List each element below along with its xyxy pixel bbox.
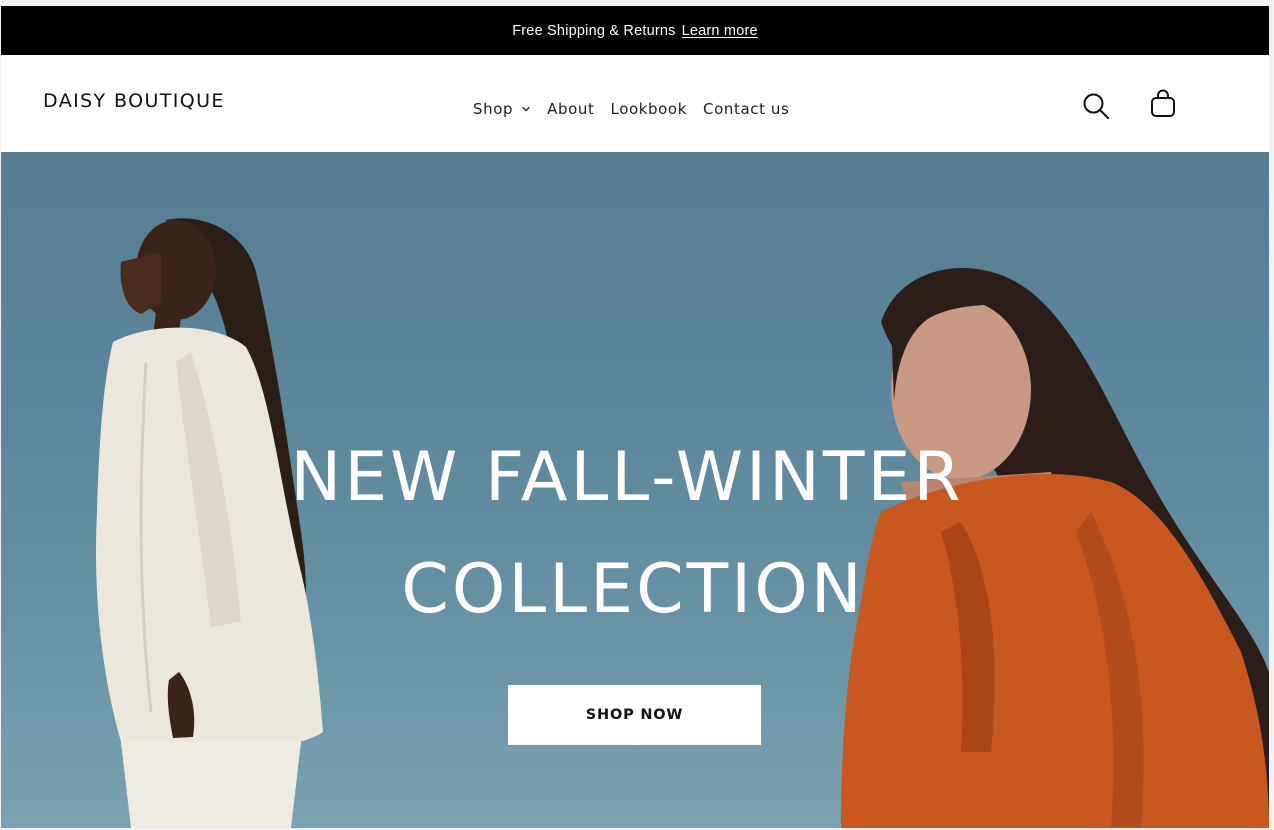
- nav-item-label: Contact us: [703, 100, 790, 118]
- hero-title-line-2: COLLECTION: [401, 550, 865, 629]
- shop-now-button[interactable]: SHOP NOW: [508, 685, 761, 745]
- hero-title-line-1: NEW FALL-WINTER: [290, 438, 964, 517]
- nav-item-about[interactable]: About: [547, 100, 594, 118]
- model-left-figure: [96, 218, 323, 828]
- nav-item-label: Shop: [473, 100, 514, 118]
- site-header: DAISY BOUTIQUE Shop About Lookbook Conta…: [1, 55, 1269, 153]
- site-logo[interactable]: DAISY BOUTIQUE: [43, 90, 225, 112]
- chevron-down-icon: [522, 106, 531, 112]
- learn-more-link[interactable]: Learn more: [682, 23, 758, 39]
- page-frame: Free Shipping & Returns Learn more DAISY…: [1, 6, 1269, 828]
- nav-item-contact[interactable]: Contact us: [703, 100, 789, 118]
- nav-item-label: Lookbook: [610, 100, 687, 118]
- hero-banner: NEW FALL-WINTER COLLECTION SHOP NOW: [1, 152, 1269, 828]
- announcement-message: Free Shipping & Returns: [512, 22, 676, 39]
- cart-button[interactable]: [1148, 89, 1178, 119]
- shopping-bag-icon: [1151, 89, 1175, 117]
- nav-item-lookbook[interactable]: Lookbook: [611, 100, 688, 118]
- nav-item-label: About: [547, 100, 595, 118]
- search-icon: [1083, 93, 1109, 119]
- announcement-bar: Free Shipping & Returns Learn more: [1, 6, 1269, 55]
- main-nav: Shop About Lookbook Contact us: [473, 100, 789, 118]
- search-button[interactable]: [1081, 91, 1111, 121]
- model-right-figure: [841, 268, 1269, 828]
- nav-item-shop[interactable]: Shop: [473, 100, 531, 118]
